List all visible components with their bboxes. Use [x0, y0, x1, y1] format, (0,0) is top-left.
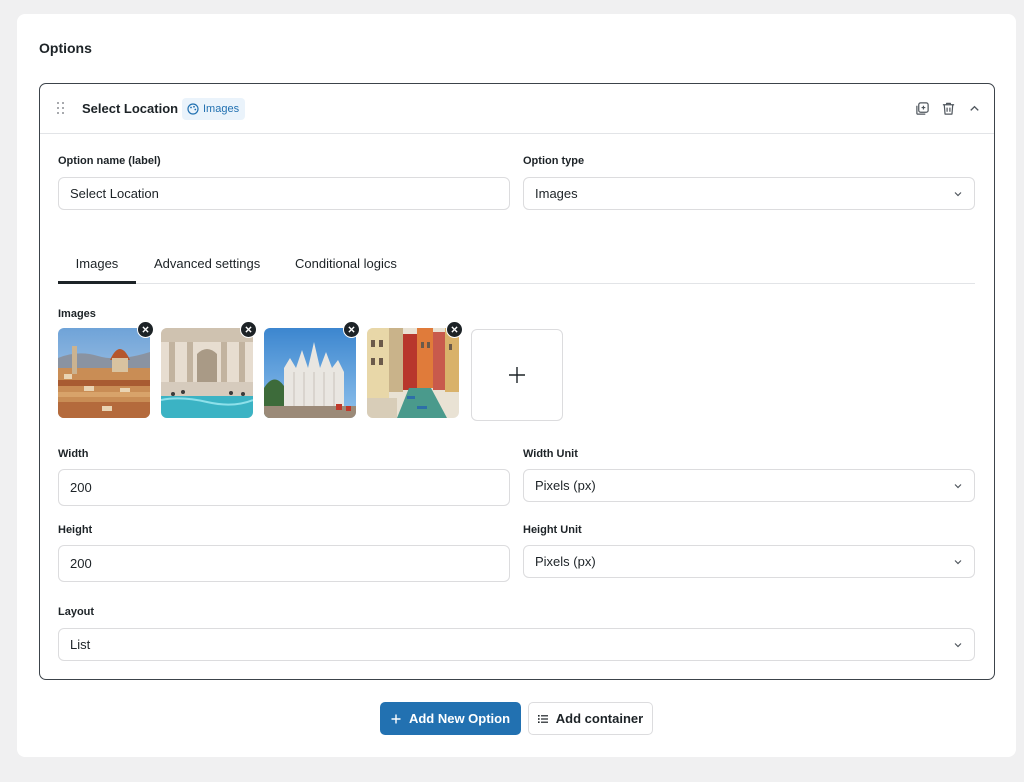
width-unit-select[interactable]: Pixels (px) [523, 469, 975, 502]
height-unit-value: Pixels (px) [535, 554, 596, 569]
option-name-value: Select Location [70, 186, 159, 201]
options-panel: Options Select Location Images Option na… [17, 14, 1016, 757]
remove-image-1-button[interactable] [137, 321, 154, 338]
option-tabs: Images Advanced settings Conditional log… [58, 247, 975, 284]
add-new-option-button[interactable]: Add New Option [380, 702, 521, 735]
option-type-badge-label: Images [203, 103, 240, 115]
close-icon [142, 326, 149, 333]
height-unit-select[interactable]: Pixels (px) [523, 545, 975, 578]
remove-image-3-button[interactable] [343, 321, 360, 338]
option-header-actions [914, 99, 982, 117]
chevron-down-icon [954, 642, 962, 647]
add-new-option-label: Add New Option [408, 711, 511, 726]
option-type-value: Images [535, 186, 578, 201]
width-value: 200 [70, 480, 92, 495]
plus-icon [391, 714, 401, 723]
chevron-down-icon [954, 191, 962, 196]
trash-icon[interactable] [940, 99, 956, 117]
height-input[interactable]: 200 [58, 545, 510, 582]
close-icon [451, 326, 458, 333]
width-label: Width [58, 448, 89, 460]
option-type-label: Option type [523, 155, 585, 167]
height-unit-label: Height Unit [523, 524, 582, 536]
option-type-badge: Images [182, 98, 246, 120]
layout-label: Layout [58, 606, 95, 618]
milan-cathedral-thumbnail[interactable] [264, 328, 356, 418]
option-type-select[interactable]: Images [523, 177, 975, 210]
tab-conditional-logics[interactable]: Conditional logics [295, 247, 397, 284]
section-title: Options [39, 40, 92, 56]
height-label: Height [58, 524, 93, 536]
remove-image-2-button[interactable] [240, 321, 257, 338]
option-title: Select Location [82, 101, 179, 116]
florence-cathedral-thumbnail[interactable] [58, 328, 150, 418]
palette-icon [187, 103, 199, 115]
plus-icon [509, 367, 525, 383]
height-value: 200 [70, 556, 92, 571]
list-icon [537, 714, 548, 723]
layout-value: List [70, 637, 91, 652]
tab-images[interactable]: Images [58, 247, 136, 284]
add-container-button[interactable]: Add container [528, 702, 653, 735]
remove-image-4-button[interactable] [446, 321, 463, 338]
trevi-fountain-thumbnail[interactable] [161, 328, 253, 418]
venice-canal-thumbnail[interactable] [367, 328, 459, 418]
option-name-input[interactable]: Select Location [58, 177, 510, 210]
chevron-down-icon [954, 559, 962, 564]
chevron-down-icon [954, 483, 962, 488]
layout-select[interactable]: List [58, 628, 975, 661]
images-label: Images [58, 308, 96, 320]
option-name-label: Option name (label) [58, 155, 161, 167]
width-unit-value: Pixels (px) [535, 478, 596, 493]
option-card: Select Location Images Option name (labe… [39, 83, 995, 680]
add-image-button[interactable] [471, 329, 563, 421]
close-icon [348, 326, 355, 333]
close-icon [245, 326, 252, 333]
width-input[interactable]: 200 [58, 469, 510, 506]
chevron-up-icon[interactable] [966, 99, 982, 117]
width-unit-label: Width Unit [523, 448, 578, 460]
duplicate-icon[interactable] [914, 99, 930, 117]
tab-advanced-settings[interactable]: Advanced settings [154, 247, 260, 284]
drag-handle-icon[interactable] [57, 102, 67, 116]
option-header[interactable]: Select Location Images [40, 84, 994, 134]
add-container-label: Add container [555, 711, 644, 726]
